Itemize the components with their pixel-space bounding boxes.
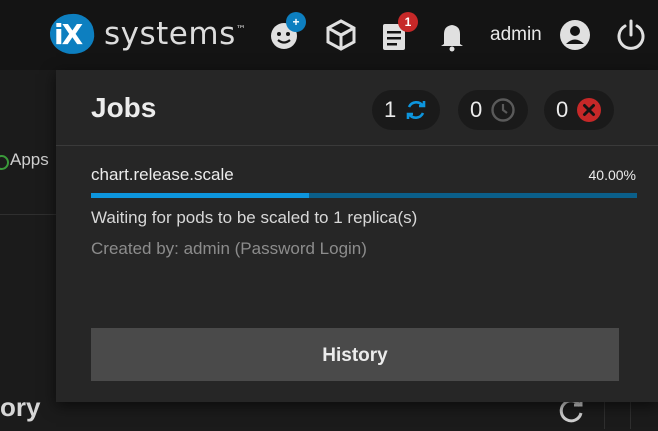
logo-mark-text: iX bbox=[54, 18, 83, 51]
logo-wordmark: systems™ bbox=[104, 16, 246, 52]
waiting-jobs-filter[interactable]: 0 bbox=[458, 90, 529, 130]
failed-jobs-filter[interactable]: 0 bbox=[544, 90, 615, 130]
job-created-by: Created by: admin (Password Login) bbox=[91, 239, 367, 258]
background-section-title: ory bbox=[0, 392, 41, 422]
job-name[interactable]: chart.release.scale bbox=[91, 165, 234, 185]
feedback-button[interactable]: + bbox=[268, 12, 306, 52]
jobs-badge: 1 bbox=[398, 12, 418, 32]
history-button[interactable]: History bbox=[91, 328, 619, 381]
job-progress-bar bbox=[91, 193, 637, 198]
alerts-button[interactable] bbox=[436, 18, 470, 52]
bell-icon bbox=[441, 25, 463, 52]
job-description: Waiting for pods to be scaled to 1 repli… bbox=[91, 208, 418, 227]
failed-count: 0 bbox=[556, 97, 569, 122]
truecommand-icon bbox=[326, 19, 356, 51]
jobs-panel: Jobs 1 0 0 chart.release.scale 40.00% Wa… bbox=[56, 70, 658, 402]
job-progress-fill bbox=[91, 193, 310, 198]
jobs-button[interactable]: 1 bbox=[380, 12, 418, 52]
sidebar-divider bbox=[0, 214, 60, 215]
job-progress-percent: 40.00% bbox=[588, 167, 636, 183]
top-toolbar: iX systems™ + 1 admin bbox=[0, 0, 658, 70]
apps-status-dot bbox=[0, 155, 9, 170]
account-icon bbox=[560, 20, 590, 50]
running-count: 1 bbox=[384, 97, 397, 122]
power-icon bbox=[617, 19, 645, 50]
truecommand-button[interactable] bbox=[324, 18, 358, 52]
panel-divider bbox=[56, 145, 658, 146]
account-button[interactable] bbox=[558, 18, 592, 52]
running-jobs-filter[interactable]: 1 bbox=[372, 90, 441, 130]
logo-tm: ™ bbox=[235, 24, 247, 36]
sync-icon bbox=[406, 101, 426, 119]
clock-icon bbox=[491, 98, 515, 122]
logo-word: systems bbox=[104, 16, 236, 52]
username[interactable]: admin bbox=[490, 24, 542, 46]
sidebar-item-apps[interactable]: Apps bbox=[10, 150, 49, 170]
error-icon bbox=[577, 98, 602, 122]
waiting-count: 0 bbox=[470, 97, 483, 122]
feedback-badge: + bbox=[286, 12, 306, 32]
jobs-panel-title: Jobs bbox=[91, 92, 157, 123]
power-button[interactable] bbox=[614, 18, 648, 52]
